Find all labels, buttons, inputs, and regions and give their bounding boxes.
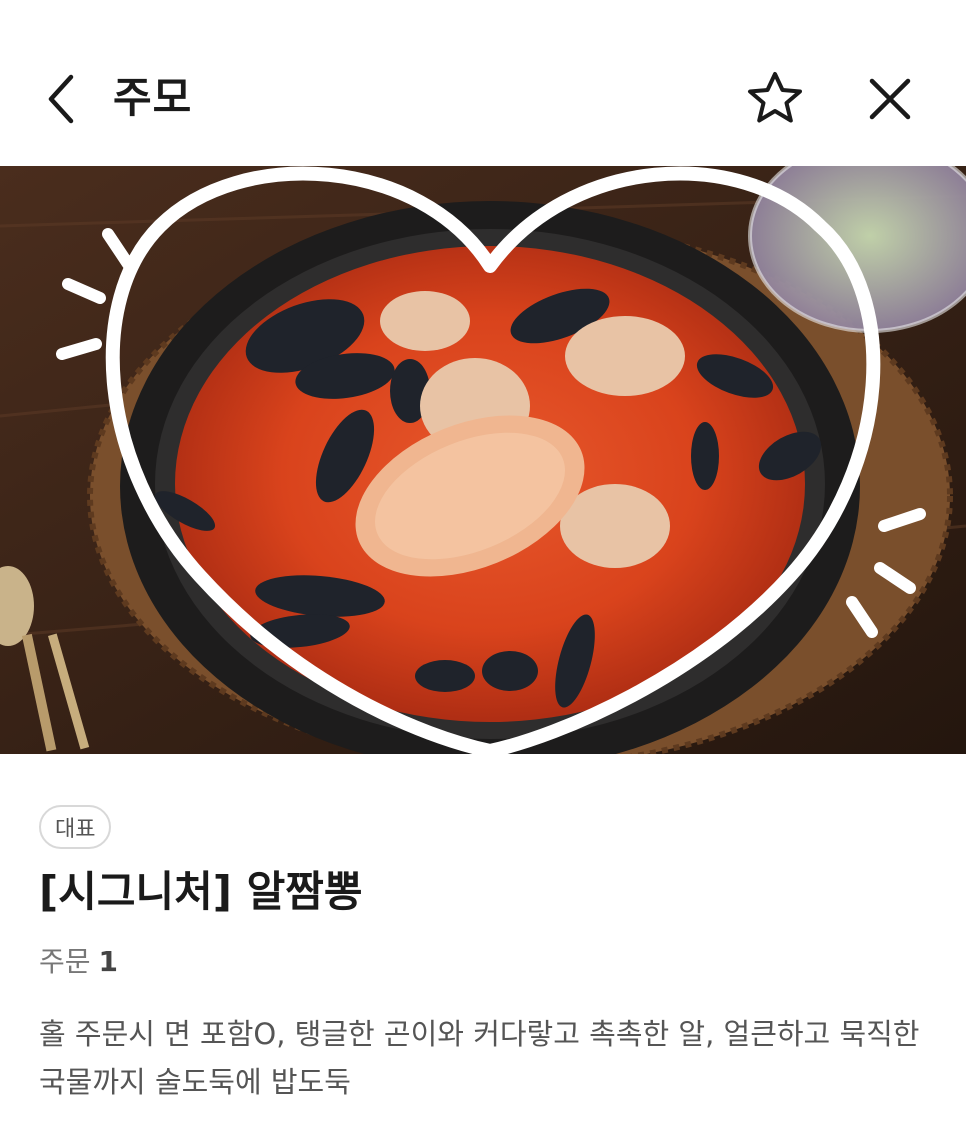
close-button[interactable]	[862, 70, 918, 128]
page-title: 주모	[113, 73, 193, 122]
top-bar: 주모	[0, 0, 966, 166]
favorite-button[interactable]	[744, 68, 806, 130]
menu-detail-page: 주모 대표 [시그니처] 알짬뽕 주문 1 홀 주문시 면 포함O, 탱글한 곤…	[0, 0, 966, 1137]
chevron-left-icon	[48, 74, 74, 124]
order-count: 1	[98, 945, 119, 978]
order-count-row: 주문 1	[39, 940, 118, 984]
star-outline-icon	[748, 72, 802, 123]
menu-name: [시그니처] 알짬뽕	[39, 867, 363, 916]
menu-description: 홀 주문시 면 포함O, 탱글한 곤이와 커다랗고 촉촉한 알, 얼큰하고 묵직…	[39, 1017, 920, 1099]
signature-badge: 대표	[39, 805, 112, 849]
close-icon	[869, 78, 911, 120]
menu-photo	[0, 166, 966, 754]
back-button[interactable]	[36, 70, 86, 128]
order-label: 주문	[39, 945, 91, 978]
